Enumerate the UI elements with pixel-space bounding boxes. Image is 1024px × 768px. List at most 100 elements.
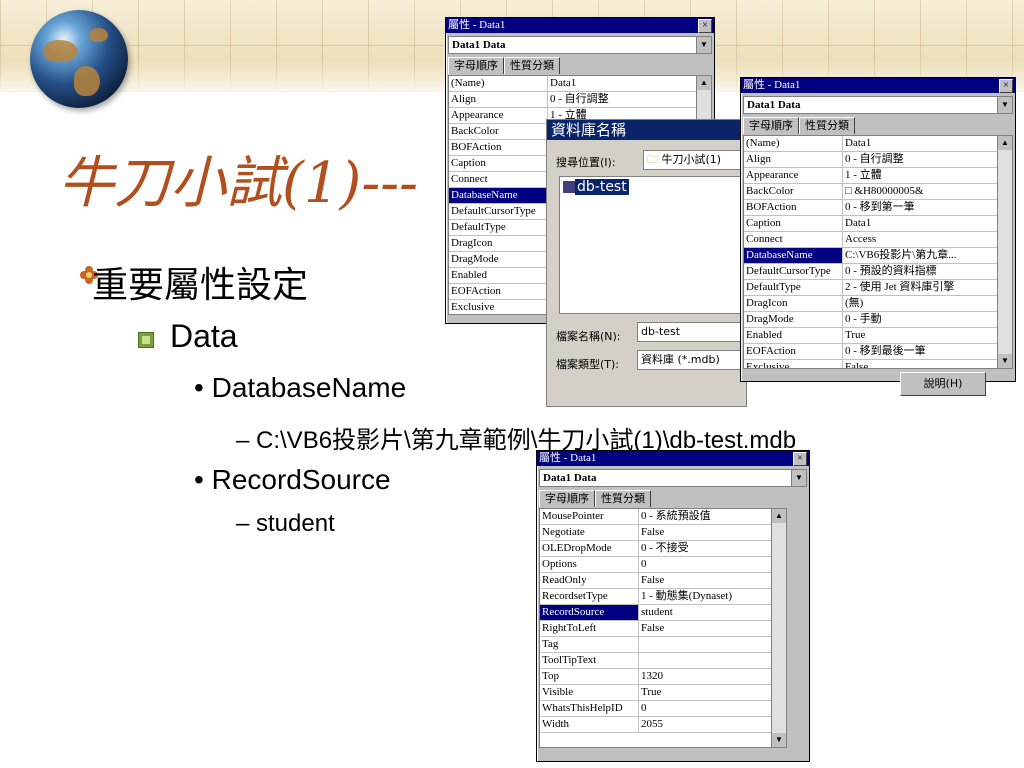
property-value[interactable]: □ &H80000005& [843,184,1012,199]
look-in-combo[interactable]: 🗀 牛刀小試(1) [643,150,748,170]
property-value[interactable]: True [843,328,1012,343]
property-value[interactable]: 0 - 移到最後一筆 [843,344,1012,359]
property-value[interactable]: 0 - 自行調整 [548,92,711,107]
property-row[interactable]: Tag [540,637,786,653]
tab-alphabetic[interactable]: 字母順序 [448,57,504,74]
property-value[interactable]: True [639,685,786,700]
tab-alphabetic[interactable]: 字母順序 [539,490,595,507]
property-value[interactable]: student [639,605,786,620]
tab-alphabetic[interactable]: 字母順序 [743,117,799,134]
property-value[interactable]: False [639,621,786,636]
property-row[interactable]: Width 2055 [540,717,786,733]
property-row[interactable]: Align 0 - 自行調整 [449,92,711,108]
dropdown-arrow-icon[interactable]: ▼ [997,97,1012,113]
property-row[interactable]: Connect Access [744,232,1012,248]
scroll-down-icon[interactable]: ▼ [998,354,1012,368]
property-value[interactable]: Data1 [843,216,1012,231]
help-button[interactable]: 說明(H) [900,372,986,396]
property-value[interactable]: False [639,573,786,588]
dropdown-arrow-icon[interactable]: ▼ [791,470,806,486]
property-value[interactable]: 2055 [639,717,786,732]
property-value[interactable]: 0 - 移到第一筆 [843,200,1012,215]
property-value[interactable]: 0 - 不接受 [639,541,786,556]
property-row[interactable]: Options 0 [540,557,786,573]
bullet-important-properties: 重要屬性設定 [92,265,309,306]
property-name: MousePointer [540,509,639,524]
close-icon[interactable]: × [999,79,1013,93]
property-row[interactable]: DefaultType 2 - 使用 Jet 資料庫引擎 [744,280,1012,296]
property-row[interactable]: OLEDropMode 0 - 不接受 [540,541,786,557]
property-value[interactable]: 1320 [639,669,786,684]
property-value[interactable]: 0 [639,701,786,716]
property-value[interactable] [639,653,786,668]
filename-label: 檔案名稱(N): [556,330,621,343]
property-value[interactable]: C:\VB6投影片\第九章... [843,248,1012,263]
bullet-student: – student [236,510,335,537]
property-row[interactable]: WhatsThisHelpID 0 [540,701,786,717]
property-row[interactable]: EOFAction 0 - 移到最後一筆 [744,344,1012,360]
object-combo[interactable]: Data1 Data ▼ [448,36,712,54]
scroll-up-icon[interactable]: ▲ [998,136,1012,150]
property-row[interactable]: Enabled True [744,328,1012,344]
property-value[interactable]: 1 - 動態集(Dynaset) [639,589,786,604]
property-row[interactable]: Visible True [540,685,786,701]
property-name: DefaultCursorType [449,204,548,219]
property-value[interactable]: 0 - 自行調整 [843,152,1012,167]
property-row[interactable]: DatabaseName C:\VB6投影片\第九章... [744,248,1012,264]
property-row[interactable]: RecordsetType 1 - 動態集(Dynaset) [540,589,786,605]
property-row[interactable]: ReadOnly False [540,573,786,589]
property-value[interactable]: False [639,525,786,540]
property-name: Appearance [449,108,548,123]
filetype-select[interactable]: 資料庫 (*.mdb) [637,350,746,370]
property-row[interactable]: DragMode 0 - 手動 [744,312,1012,328]
square-bullet-icon [138,332,154,348]
property-row[interactable]: ToolTipText [540,653,786,669]
property-row[interactable]: DragIcon (無) [744,296,1012,312]
dropdown-arrow-icon[interactable]: ▼ [696,37,711,53]
scrollbar[interactable]: ▲ ▼ [997,136,1012,368]
close-icon[interactable]: × [698,19,712,33]
close-icon[interactable]: × [793,452,807,466]
property-row[interactable]: Align 0 - 自行調整 [744,152,1012,168]
window-title: 屬性 - Data1 [743,79,801,91]
property-row[interactable]: DefaultCursorType 0 - 預設的資料指標 [744,264,1012,280]
property-row[interactable]: Negotiate False [540,525,786,541]
property-row[interactable]: Top 1320 [540,669,786,685]
property-row[interactable]: BOFAction 0 - 移到第一筆 [744,200,1012,216]
property-row[interactable]: BackColor □ &H80000005& [744,184,1012,200]
property-value[interactable]: Data1 [548,76,711,91]
property-value[interactable]: 0 - 系統預設值 [639,509,786,524]
filename-input[interactable]: db-test [637,322,746,342]
property-value[interactable]: 1 - 立體 [843,168,1012,183]
property-value[interactable]: 0 - 手動 [843,312,1012,327]
scroll-down-icon[interactable]: ▼ [772,733,786,747]
property-value[interactable]: 0 - 預設的資料指標 [843,264,1012,279]
property-row[interactable]: RecordSource student [540,605,786,621]
property-row[interactable]: (Name) Data1 [449,76,711,92]
tab-categorized[interactable]: 性質分類 [799,117,855,134]
scroll-up-icon[interactable]: ▲ [772,509,786,523]
property-row[interactable]: Appearance 1 - 立體 [744,168,1012,184]
property-row[interactable]: Caption Data1 [744,216,1012,232]
scrollbar[interactable]: ▲ ▼ [771,509,786,747]
property-row[interactable]: (Name) Data1 [744,136,1012,152]
file-list[interactable]: db-test [559,176,744,314]
property-row[interactable]: MousePointer 0 - 系統預設值 [540,509,786,525]
property-value[interactable]: 0 [639,557,786,572]
property-value[interactable]: (無) [843,296,1012,311]
object-combo[interactable]: Data1 Data ▼ [539,469,807,487]
property-value[interactable]: Data1 [843,136,1012,151]
property-value[interactable]: Access [843,232,1012,247]
file-item-db-test[interactable]: db-test [563,179,743,196]
tab-categorized[interactable]: 性質分類 [504,57,560,74]
property-name: DragMode [449,252,548,267]
scroll-up-icon[interactable]: ▲ [697,76,711,90]
property-value[interactable] [639,637,786,652]
property-row[interactable]: RightToLeft False [540,621,786,637]
object-combo[interactable]: Data1 Data ▼ [743,96,1013,114]
property-row[interactable]: Exclusive False [744,360,1012,368]
object-name: Data1 Data [543,472,597,484]
tab-categorized[interactable]: 性質分類 [595,490,651,507]
property-value[interactable]: False [843,360,1012,368]
property-value[interactable]: 2 - 使用 Jet 資料庫引擎 [843,280,1012,295]
